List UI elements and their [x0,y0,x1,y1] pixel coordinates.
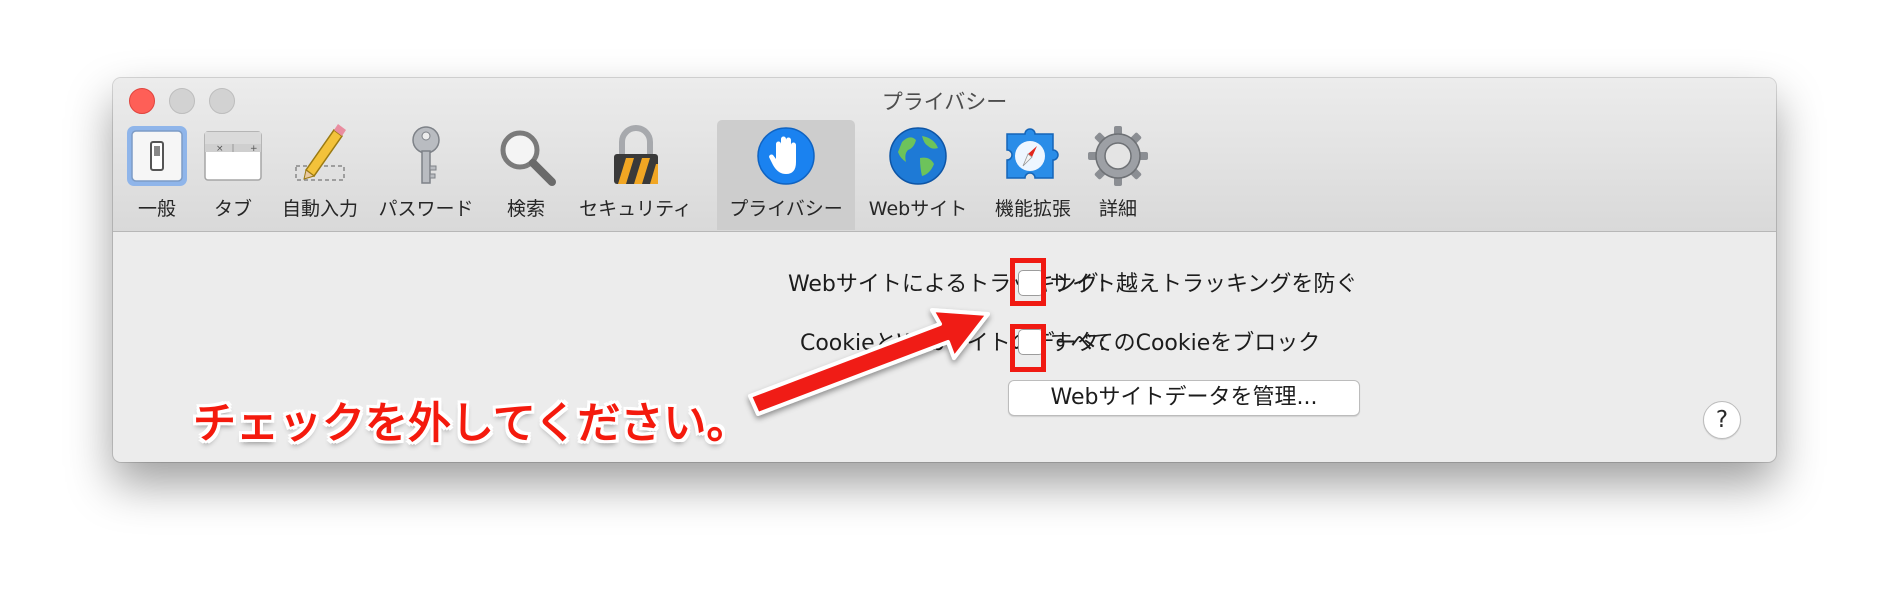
hand-icon [757,127,815,185]
title-bar: プライバシー 一般 × + タブ 自動入力 パスワード 検索 セキュリティ プラ… [113,78,1776,232]
tracking-option-label[interactable]: サイト越えトラッキングを防ぐ [1050,266,1357,298]
toolbar-label-general: 一般 [137,198,176,220]
svg-text:×: × [216,144,224,154]
toolbar-label-search: 検索 [506,198,545,220]
toolbar-item-general[interactable]: 一般 [121,120,193,230]
toolbar-item-extensions[interactable]: 機能拡張 [983,120,1083,230]
padlock-icon [613,125,658,184]
window-title: プライバシー [881,90,1008,114]
help-button[interactable]: ? [1703,401,1741,439]
pencil-autofill-icon [295,124,346,181]
highlight-box-tracking [1010,258,1046,306]
magnifier-icon [500,130,556,186]
annotation-callout-text: チェックを外してください。 [193,399,750,449]
toolbar-item-websites[interactable]: Webサイト [863,120,973,230]
toolbar-label-advanced: 詳細 [1098,198,1137,220]
toolbar-item-tabs[interactable]: × + タブ [198,120,268,230]
key-icon [412,126,440,184]
toolbar-item-advanced[interactable]: 詳細 [1083,120,1153,230]
svg-text:+: + [250,144,258,154]
cookie-option-label[interactable]: すべてのCookieをブロック [1050,325,1320,357]
globe-icon [889,127,947,185]
toolbar-label-passwords: パスワード [378,198,474,220]
toolbar-item-security[interactable]: セキュリティ [573,120,698,230]
toolbar-label-autofill: 自動入力 [281,198,358,220]
general-switch-icon [127,126,187,186]
highlight-box-cookies [1010,324,1046,372]
toolbar-label-websites: Webサイト [868,198,968,220]
tabs-icon: × + [204,131,262,181]
toolbar-item-autofill[interactable]: 自動入力 [275,120,365,230]
compass-puzzle-icon [1006,128,1059,179]
toolbar-item-privacy[interactable]: プライバシー [717,120,855,230]
toolbar-label-security: セキュリティ [579,198,692,220]
toolbar-item-passwords[interactable]: パスワード [371,120,481,230]
toolbar-label-extensions: 機能拡張 [994,198,1071,220]
toolbar-label-tabs: タブ [213,198,252,220]
toolbar-label-privacy: プライバシー [729,198,843,220]
toolbar-item-search[interactable]: 検索 [491,120,561,230]
gear-icon [1088,126,1148,186]
manage-website-data-button[interactable]: Webサイトデータを管理... [1008,380,1360,416]
